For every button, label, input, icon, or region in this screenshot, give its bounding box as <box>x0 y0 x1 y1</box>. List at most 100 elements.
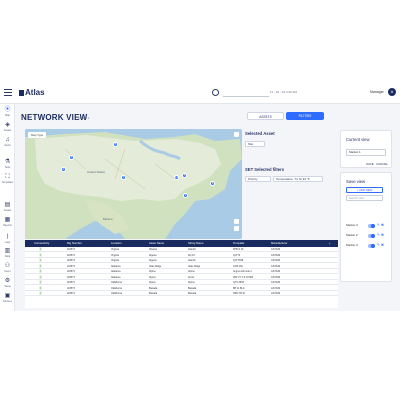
tab-assets[interactable]: ASSETS <box>247 112 284 120</box>
map-cluster-marker[interactable]: 6 <box>113 142 118 147</box>
search-input[interactable] <box>223 96 269 97</box>
table-row[interactable]: ⦿ 118573 Virginia Algeria Atlantic QLTTS98 AXX… <box>25 258 338 263</box>
signal-icon: ⦿ <box>39 269 43 273</box>
tab-filters[interactable]: FILTERS <box>286 112 324 120</box>
sidebar-item-logs[interactable]: ⟩ Logs <box>0 234 15 247</box>
edit-icon[interactable]: ✎ <box>377 223 380 227</box>
selected-asset-select[interactable]: Site <box>245 141 265 147</box>
table-cell: Alpine <box>149 281 156 284</box>
sidebar-item-setup[interactable]: ⚙ Setup <box>0 278 15 291</box>
table-cell: AXXIUM <box>271 253 281 257</box>
sidebar-item-documents[interactable]: ▤ Assets <box>0 202 15 215</box>
map-type-select[interactable]: Map Type <box>28 132 47 138</box>
zoom-out-button[interactable] <box>234 226 239 231</box>
global-search[interactable]: 11 - 10 - 22 2:46 AM <box>212 89 337 98</box>
map-cluster-marker[interactable]: 5 <box>182 173 187 178</box>
sidebar-item-users[interactable]: ⚇ Users <box>0 263 15 276</box>
table-row[interactable]: ⦿ 118573 Virginia Algeria Alp 10 QLT72 AXXIUM <box>25 253 338 258</box>
map-cluster-marker[interactable]: 2 <box>183 193 188 198</box>
search-icon[interactable] <box>212 89 219 96</box>
table-row[interactable]: ⦿ 118573 Alabama Alpine Arrow 2DF 27-7-6 10:5… <box>25 275 338 280</box>
table-cell: 3500 XP M <box>233 292 245 295</box>
sidebar-item-templates[interactable]: ⛶ Templates <box>0 174 15 187</box>
table-cell: 118573 <box>67 259 75 262</box>
table-row[interactable]: ⦿ 118573 Oklahoma Banada Banada 3500 XP M AXXI… <box>25 291 338 296</box>
trash-icon[interactable]: ✖ <box>381 233 384 237</box>
current-view-select[interactable]: Market 1 <box>346 149 386 156</box>
add-view-button[interactable]: + ADD NEW <box>346 187 383 193</box>
view-toggle[interactable] <box>368 244 375 248</box>
breadcrumb: Market 1 <box>78 116 90 120</box>
sidebar-item-tests[interactable]: ⚗ Tests <box>0 159 15 172</box>
column-header[interactable]: Location <box>111 240 122 247</box>
table-cell: AXM 160 <box>233 264 243 268</box>
signal-icon: ⦿ <box>39 263 43 268</box>
sidebar-item-data[interactable]: ▥ Data <box>0 248 15 261</box>
table-row[interactable]: ⦿ 118573 Virginia Albania Atlantic 2P6X1 16 AX… <box>25 247 338 252</box>
column-header[interactable]: String Name <box>188 240 204 247</box>
column-header[interactable]: Asset Name <box>149 240 164 247</box>
edit-icon[interactable]: ✎ <box>377 243 380 247</box>
table-cell: AXXIUM <box>271 259 281 262</box>
filter-chip[interactable]: Temperature: 74 To 94 °F <box>273 176 323 182</box>
table-cell: 118573 <box>67 270 75 273</box>
map-cluster-marker[interactable]: 3 <box>121 175 126 180</box>
column-header[interactable]: Connectivity <box>34 240 49 247</box>
download-icon[interactable]: ⤓ <box>329 240 330 247</box>
sidebar-item-reports[interactable]: ▦ Reports <box>0 217 15 230</box>
map-view[interactable]: Map Type United States Mexico 6 3 4 12 8… <box>25 129 242 239</box>
bell-icon: ♫ <box>5 137 10 143</box>
device-icon: ▣ <box>4 293 11 299</box>
signal-icon: ⦿ <box>39 291 43 295</box>
column-header[interactable]: Rig Number <box>67 240 82 247</box>
table-cell: AXXIUM <box>271 264 281 268</box>
sidebar-item-devices[interactable]: ▣ Devices <box>0 293 15 306</box>
table-row[interactable]: ⦿ 118573 Oklahoma Alpine Alpine QTS 3606 AXXIU… <box>25 280 338 285</box>
column-header[interactable]: Manufacturer <box>271 240 287 247</box>
filter-chip[interactable]: Priority <box>245 176 271 182</box>
table-cell: Alpine <box>188 281 195 284</box>
column-header[interactable]: Template <box>233 240 244 247</box>
zoom-in-button[interactable] <box>234 219 239 224</box>
sidebar-item-label: Setup <box>4 285 11 288</box>
signal-icon: ⦿ <box>39 247 43 251</box>
saved-view-row[interactable]: Market 3 ✎ ✖ <box>346 223 384 229</box>
saved-view-name: Market 3 <box>346 243 358 247</box>
table-row[interactable]: ⦿ 118573 Alabama Atlas Ridge Atlas Ridge AXM … <box>25 264 338 269</box>
table-cell: BP 11 BLC <box>233 286 245 290</box>
table-cell: AXXIUM <box>271 275 281 279</box>
map-pin-icon: ⦿ <box>4 107 11 113</box>
map-cluster-marker[interactable]: 3 <box>69 155 74 160</box>
trash-icon[interactable]: ✖ <box>381 223 384 227</box>
save-button[interactable]: SAVE <box>366 162 374 166</box>
map-cluster-marker[interactable]: 12 <box>174 175 179 180</box>
saved-view-row[interactable]: Market 2 ✎ ✖ <box>346 233 384 239</box>
table-cell: Atlas Ridge <box>149 264 162 268</box>
trash-icon[interactable]: ✖ <box>381 243 384 247</box>
sidebar-item-label: Reports <box>3 224 12 227</box>
cancel-button[interactable]: CANCEL <box>376 162 388 166</box>
table-cell: 118573 <box>67 248 75 251</box>
view-toggle[interactable] <box>368 224 375 228</box>
edit-icon[interactable]: ✎ <box>377 233 380 237</box>
sidebar-item-label: Assets <box>3 209 12 212</box>
sidebar-item-assets[interactable]: ◈ Assets <box>0 122 15 135</box>
table-cell: Arrow <box>188 275 195 279</box>
map-cluster-marker[interactable]: 8 <box>210 181 215 186</box>
view-toggle[interactable] <box>368 234 375 238</box>
fullscreen-icon[interactable] <box>234 132 239 137</box>
table-cell: Algeria <box>149 253 157 257</box>
table-cell: Virginia <box>111 248 119 251</box>
avatar[interactable]: A <box>388 88 396 96</box>
sidebar-item-alerts[interactable]: ♫ Alerts <box>0 137 15 150</box>
saved-view-row[interactable]: Market 3 ✎ ✖ <box>346 243 384 249</box>
current-view-title: Current view <box>346 137 370 142</box>
map-cluster-marker[interactable]: 4 <box>61 167 66 172</box>
menu-icon[interactable] <box>4 89 12 96</box>
table-cell: Atlas Ridge <box>188 264 201 268</box>
table-row[interactable]: ⦿ 118573 Oklahoma Banada Banada BP 11 BLC AXXI… <box>25 286 338 291</box>
sidebar-item-label: Alerts <box>4 144 11 147</box>
table-row[interactable]: ⦿ 118573 Alabama Alpine Alpine Angus with sid… <box>25 269 338 274</box>
view-search-input[interactable]: Search view <box>346 195 383 201</box>
sidebar-item-map[interactable]: ⦿ Map <box>0 107 15 120</box>
